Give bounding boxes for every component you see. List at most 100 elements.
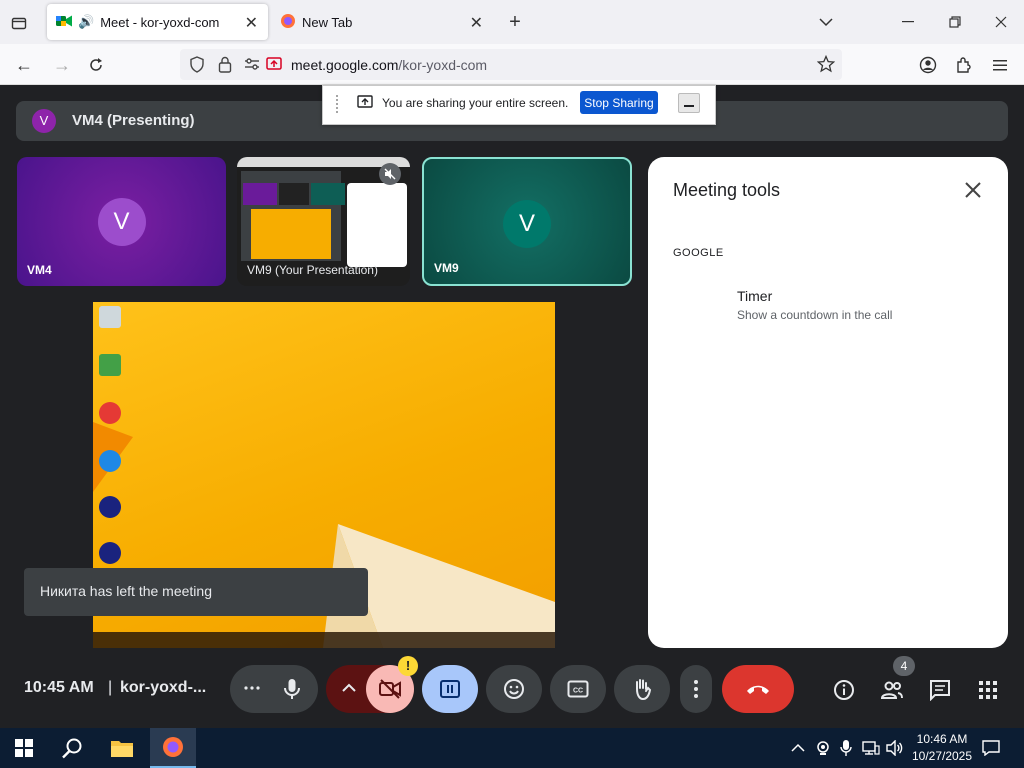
tab-meet[interactable]: 🔊 Meet - kor-yoxd-com ✕ (47, 4, 268, 40)
participant-name: VM9 (434, 261, 459, 275)
extensions-icon[interactable] (952, 53, 976, 77)
webcam-tray-icon[interactable] (814, 728, 832, 768)
close-panel-icon[interactable] (964, 179, 982, 205)
reactions-button[interactable] (486, 665, 542, 713)
desktop-app-icon (99, 496, 121, 518)
new-tab-button[interactable]: + (503, 10, 527, 34)
presenting-label: VM4 (Presenting) (72, 112, 195, 129)
menu-icon[interactable] (988, 53, 1012, 77)
participant-name: VM9 (Your Presentation) (247, 263, 378, 277)
desktop-app-icon (99, 354, 121, 376)
speaker-icon: 🔊 (78, 14, 95, 29)
tray-chevron-up-icon[interactable] (788, 728, 808, 768)
forward-icon[interactable]: → (50, 53, 74, 77)
volume-tray-icon[interactable] (884, 728, 906, 768)
permissions-icon[interactable] (244, 57, 260, 76)
microphone-tray-icon[interactable] (837, 728, 855, 768)
browser-tab-bar: 🔊 Meet - kor-yoxd-com ✕ New Tab ✕ + (0, 0, 1024, 44)
meet-call-area: V VM4 (Presenting) You are sharing your … (0, 85, 1024, 725)
audio-settings-group (230, 665, 318, 713)
windows-taskbar: 10:46 AM 10/27/2025 (0, 728, 1024, 768)
participant-avatar: V (503, 200, 551, 248)
microphone-icon[interactable] (282, 677, 302, 706)
list-all-tabs-icon[interactable] (814, 10, 838, 34)
drag-handle-icon[interactable] (335, 94, 339, 119)
captions-button[interactable]: CC (550, 665, 606, 713)
present-now-button[interactable] (422, 665, 478, 713)
timer-tool-item[interactable] (673, 277, 983, 333)
minimize-window-icon[interactable] (896, 10, 920, 34)
people-icon[interactable] (876, 674, 908, 706)
search-icon[interactable] (50, 728, 94, 768)
raise-hand-button[interactable] (614, 665, 670, 713)
call-controls-bar: 10:45 AM | kor-yoxd-... ! CC 4 (0, 656, 1024, 718)
svg-text:CC: CC (573, 688, 583, 695)
participant-tile-vm9[interactable]: V VM9 (422, 157, 632, 286)
participant-tile-presentation[interactable]: VM9 (Your Presentation) (237, 157, 410, 286)
network-tray-icon[interactable] (860, 728, 882, 768)
url-path: /kor-yoxd-com (398, 57, 488, 73)
activities-icon[interactable] (972, 674, 1004, 706)
preview-tools-panel (347, 183, 407, 267)
meeting-tools-panel: Meeting tools GOOGLE Timer Show a countd… (648, 157, 1008, 648)
close-tab-icon[interactable]: ✕ (245, 13, 258, 33)
close-window-icon[interactable] (989, 10, 1013, 34)
screen-sharing-banner: You are sharing your entire screen. Stop… (322, 85, 716, 125)
preview-meet-grid (241, 171, 345, 261)
restore-window-icon[interactable] (943, 10, 967, 34)
taskbar-date[interactable]: 10/27/2025 (910, 749, 974, 763)
leave-call-button[interactable] (722, 665, 794, 713)
tab-title: Meet - kor-yoxd-com (100, 14, 220, 30)
chat-icon[interactable] (924, 674, 956, 706)
sharing-message: You are sharing your entire screen. (382, 96, 569, 110)
tab-title: New Tab (302, 14, 353, 30)
notification-toast: Никита has left the meeting (24, 568, 368, 616)
firefox-icon (280, 13, 296, 32)
tab-list-icon[interactable] (8, 12, 30, 34)
tool-description: Show a countdown in the call (737, 308, 893, 322)
speaker-muted-icon (379, 163, 401, 185)
shield-icon[interactable] (189, 56, 205, 78)
call-time: 10:45 AM (24, 679, 94, 696)
screen-share-icon[interactable] (266, 57, 282, 76)
lock-icon[interactable] (218, 56, 232, 78)
taskbar-time[interactable]: 10:46 AM (912, 732, 972, 746)
participant-avatar: V (97, 198, 146, 246)
shared-taskbar (93, 632, 555, 648)
minimize-banner-button[interactable] (678, 93, 700, 113)
warning-badge: ! (398, 656, 418, 676)
meeting-details-icon[interactable] (828, 674, 860, 706)
account-icon[interactable] (916, 53, 940, 77)
back-icon[interactable]: ← (12, 53, 36, 77)
browser-nav-bar: ← → meet.google.com/kor-yoxd-com (0, 44, 1024, 85)
participant-name: VM4 (27, 263, 52, 277)
address-bar[interactable]: meet.google.com/kor-yoxd-com (180, 49, 842, 80)
desktop-app-icon (99, 450, 121, 472)
more-audio-options-icon[interactable] (243, 679, 261, 702)
share-screen-icon (357, 95, 373, 114)
presenter-avatar: V (32, 109, 56, 133)
more-options-button[interactable] (680, 665, 712, 713)
file-explorer-icon[interactable] (100, 728, 144, 768)
notifications-icon[interactable] (978, 728, 1004, 768)
camera-options-chevron-icon[interactable] (340, 679, 358, 702)
people-count-badge: 4 (893, 656, 915, 676)
bookmark-star-icon[interactable] (816, 54, 836, 78)
participant-tile-vm4[interactable]: V VM4 (17, 157, 226, 286)
time-separator: | (108, 679, 113, 696)
panel-title: Meeting tools (673, 180, 781, 200)
desktop-app-icon (99, 402, 121, 424)
tool-name: Timer (737, 288, 773, 304)
reload-icon[interactable] (84, 53, 108, 77)
desktop-app-icon (99, 542, 121, 564)
tab-new-tab[interactable]: New Tab ✕ (272, 4, 493, 40)
meet-logo-icon (56, 14, 72, 31)
url-text: meet.google.com/kor-yoxd-com (291, 57, 487, 73)
recycle-bin-icon (99, 306, 121, 328)
stop-sharing-button[interactable]: Stop Sharing (580, 91, 658, 114)
meeting-code: kor-yoxd-... (120, 679, 207, 696)
section-header: GOOGLE (673, 247, 724, 259)
start-button[interactable] (0, 728, 48, 768)
firefox-taskbar-icon[interactable] (150, 728, 196, 768)
close-tab-icon[interactable]: ✕ (470, 13, 483, 33)
